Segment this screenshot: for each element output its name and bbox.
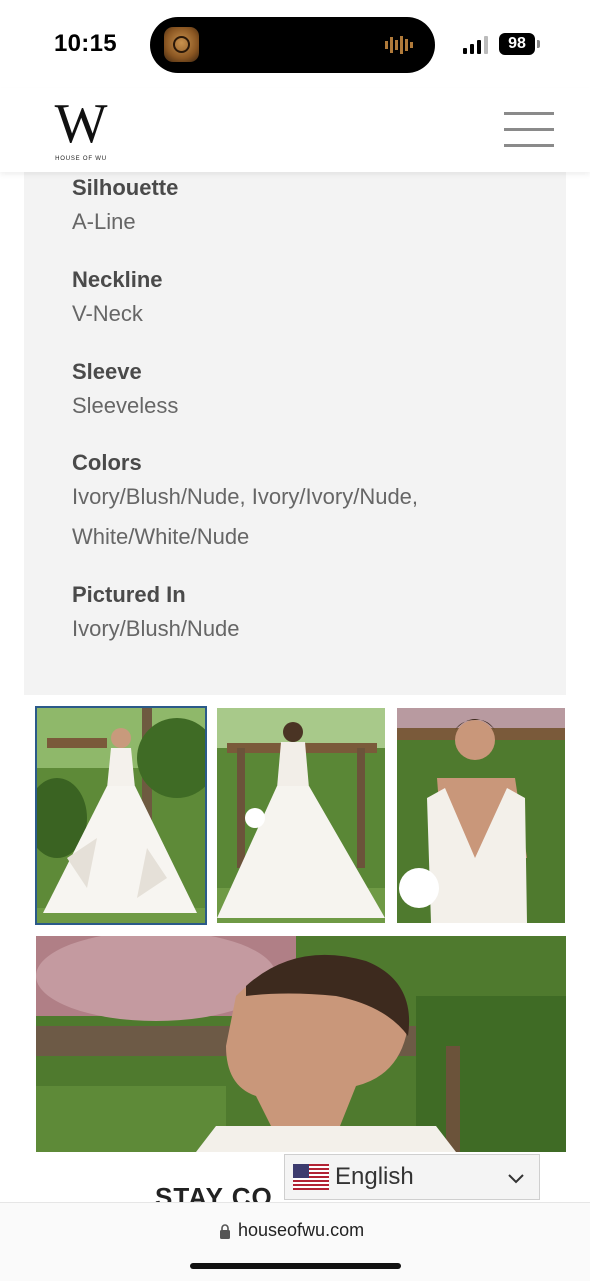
language-selector[interactable]: English — [284, 1154, 540, 1200]
detail-label: Silhouette — [72, 175, 179, 200]
lock-icon — [220, 1224, 230, 1239]
detail-label: Pictured In — [72, 582, 186, 607]
now-playing-app-icon — [164, 27, 199, 62]
detail-label: Colors — [72, 450, 142, 475]
gallery-thumbnail-3[interactable] — [397, 708, 565, 923]
gallery-thumbnail-1[interactable] — [37, 708, 205, 923]
home-indicator[interactable] — [190, 1263, 401, 1269]
chevron-down-icon — [508, 1174, 524, 1184]
detail-sleeve: Sleeve Sleeveless — [72, 358, 178, 426]
detail-value: Ivory/Blush/Nude, Ivory/Ivory/Nude, — [72, 484, 419, 509]
logo-w-mark: W — [55, 98, 108, 146]
bride-profile-photo — [36, 936, 566, 1152]
house-of-wu-logo[interactable]: W HOUSE OF WU — [48, 98, 114, 162]
hamburger-menu-button[interactable] — [504, 112, 554, 148]
url-text[interactable]: houseofwu.com — [238, 1220, 364, 1241]
detail-label: Neckline — [72, 267, 163, 292]
product-details-card: Silhouette A-Line Neckline V-Neck Sleeve… — [24, 172, 566, 695]
battery-level: 98 — [499, 33, 535, 55]
gallery-thumbnail-2[interactable] — [217, 708, 385, 923]
detail-label: Sleeve — [72, 359, 142, 384]
svg-text:W: W — [55, 98, 108, 146]
status-time: 10:15 — [54, 30, 117, 57]
detail-value: V-Neck — [72, 301, 143, 326]
detail-value: White/White/Nude — [72, 524, 250, 549]
audio-wave-icon — [385, 36, 413, 54]
gallery-main-photo[interactable] — [36, 936, 566, 1152]
detail-colors: Colors Ivory/Blush/Nude, Ivory/Ivory/Nud… — [72, 449, 418, 557]
language-label: English — [335, 1163, 414, 1190]
stay-connected-heading: STAY CO — [155, 1182, 273, 1204]
bride-back-photo — [217, 708, 385, 923]
site-header: W HOUSE OF WU — [0, 88, 590, 172]
cellular-signal-icon — [463, 36, 488, 54]
detail-value: Sleeveless — [72, 393, 179, 418]
detail-value: Ivory/Blush/Nude — [72, 616, 240, 641]
browser-address-bar[interactable]: houseofwu.com — [0, 1202, 590, 1281]
battery-icon-tip — [537, 40, 540, 48]
dynamic-island[interactable] — [150, 17, 435, 73]
detail-value: A-Line — [72, 209, 136, 234]
bride-front-photo — [37, 708, 205, 923]
us-flag-icon — [293, 1164, 329, 1190]
logo-text: HOUSE OF WU — [55, 156, 107, 162]
status-bar: 10:15 98 — [0, 0, 590, 88]
detail-pictured-in: Pictured In Ivory/Blush/Nude — [72, 581, 240, 649]
detail-silhouette: Silhouette A-Line — [72, 174, 178, 242]
detail-neckline: Neckline V-Neck — [72, 266, 163, 334]
bride-closeup-photo — [397, 708, 565, 923]
